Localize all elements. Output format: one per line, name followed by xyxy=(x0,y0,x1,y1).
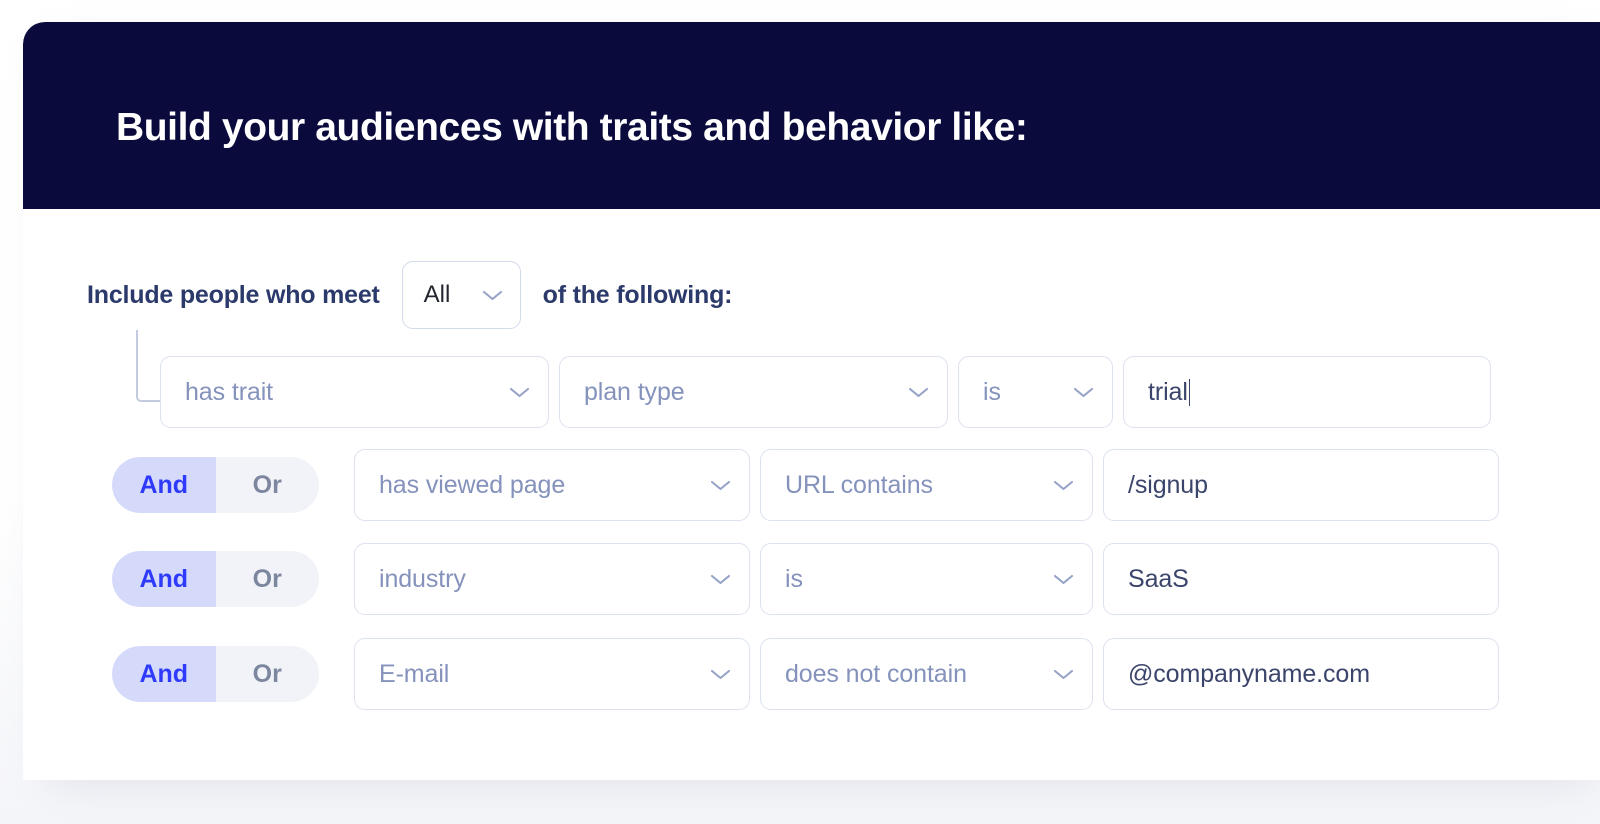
condition-value-text: trial xyxy=(1148,378,1188,407)
condition-row: And Or E-mail does not contain @companyn… xyxy=(112,638,1499,710)
condition-operator-value: is xyxy=(785,565,1053,594)
condition-attribute-select[interactable]: has trait xyxy=(160,356,549,428)
chevron-down-icon xyxy=(710,668,731,680)
chevron-down-icon xyxy=(1053,479,1074,491)
condition-operator-select[interactable]: does not contain xyxy=(760,638,1093,710)
condition-attribute-value: has trait xyxy=(185,378,509,407)
condition-property-value: plan type xyxy=(584,378,908,407)
condition-value-input[interactable]: /signup xyxy=(1103,449,1499,521)
condition-value-input[interactable]: SaaS xyxy=(1103,543,1499,615)
condition-value-input[interactable]: @companyname.com xyxy=(1103,638,1499,710)
and-or-toggle[interactable]: And Or xyxy=(112,457,319,513)
match-type-value: All xyxy=(424,281,451,309)
condition-value-input[interactable]: trial xyxy=(1123,356,1491,428)
page-background: Build your audiences with traits and beh… xyxy=(0,0,1600,824)
condition-operator-select[interactable]: is xyxy=(760,543,1093,615)
condition-row: has trait plan type is trial xyxy=(160,356,1491,428)
audience-builder-card: Build your audiences with traits and beh… xyxy=(23,22,1600,780)
toggle-or-option[interactable]: Or xyxy=(216,646,320,702)
condition-operator-select[interactable]: URL contains xyxy=(760,449,1093,521)
chevron-down-icon xyxy=(1053,668,1074,680)
condition-attribute-select[interactable]: industry xyxy=(354,543,750,615)
condition-attribute-value: E-mail xyxy=(379,660,710,689)
condition-property-select[interactable]: plan type xyxy=(559,356,948,428)
condition-row: And Or industry is SaaS xyxy=(112,543,1499,615)
condition-attribute-value: industry xyxy=(379,565,710,594)
condition-attribute-select[interactable]: E-mail xyxy=(354,638,750,710)
and-or-toggle[interactable]: And Or xyxy=(112,551,319,607)
condition-operator-value: does not contain xyxy=(785,660,1053,689)
page-title: Build your audiences with traits and beh… xyxy=(116,106,1027,150)
toggle-or-option[interactable]: Or xyxy=(216,457,320,513)
sentence-prefix-label: Include people who meet xyxy=(87,281,380,310)
match-sentence: Include people who meet All of the follo… xyxy=(87,261,732,329)
condition-attribute-select[interactable]: has viewed page xyxy=(354,449,750,521)
card-header: Build your audiences with traits and beh… xyxy=(23,22,1600,209)
condition-attribute-value: has viewed page xyxy=(379,471,710,500)
match-type-select[interactable]: All xyxy=(402,261,521,329)
chevron-down-icon xyxy=(908,386,929,398)
condition-value-text: /signup xyxy=(1128,471,1208,500)
toggle-or-option[interactable]: Or xyxy=(216,551,320,607)
toggle-and-option[interactable]: And xyxy=(112,457,216,513)
condition-value-text: SaaS xyxy=(1128,565,1189,594)
condition-row: And Or has viewed page URL contains /sig… xyxy=(112,449,1499,521)
text-cursor xyxy=(1189,379,1191,406)
toggle-and-option[interactable]: And xyxy=(112,551,216,607)
condition-operator-select[interactable]: is xyxy=(958,356,1113,428)
chevron-down-icon xyxy=(710,573,731,585)
toggle-and-option[interactable]: And xyxy=(112,646,216,702)
condition-value-text: @companyname.com xyxy=(1128,660,1370,689)
chevron-down-icon xyxy=(482,289,503,301)
chevron-down-icon xyxy=(1053,573,1074,585)
chevron-down-icon xyxy=(1073,386,1094,398)
sentence-suffix-label: of the following: xyxy=(543,281,733,310)
card-body: Include people who meet All of the follo… xyxy=(23,209,1600,780)
chevron-down-icon xyxy=(710,479,731,491)
and-or-toggle[interactable]: And Or xyxy=(112,646,319,702)
condition-operator-value: URL contains xyxy=(785,471,1053,500)
chevron-down-icon xyxy=(509,386,530,398)
condition-operator-value: is xyxy=(983,378,1073,407)
